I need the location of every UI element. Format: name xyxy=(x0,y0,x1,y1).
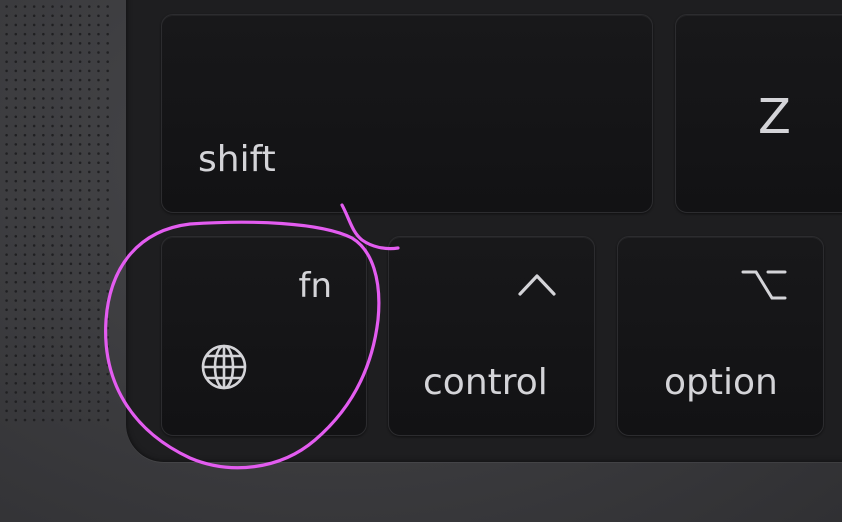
fn-key-label: fn xyxy=(298,266,332,306)
speaker-grille xyxy=(0,0,112,422)
shift-key[interactable]: shift xyxy=(161,14,653,213)
z-key-label: Z xyxy=(758,89,791,145)
option-key-label: option xyxy=(664,362,778,403)
option-symbol-icon xyxy=(741,270,787,300)
globe-icon xyxy=(201,344,247,390)
fn-globe-key[interactable]: fn xyxy=(161,236,367,436)
shift-key-label: shift xyxy=(198,139,276,180)
option-key[interactable]: option xyxy=(617,236,824,436)
laptop-keyboard-photo: shift Z fn control option xyxy=(0,0,842,522)
caret-up-icon xyxy=(518,274,556,296)
z-key[interactable]: Z xyxy=(675,14,842,213)
control-key[interactable]: control xyxy=(388,236,595,436)
control-key-label: control xyxy=(423,362,548,403)
